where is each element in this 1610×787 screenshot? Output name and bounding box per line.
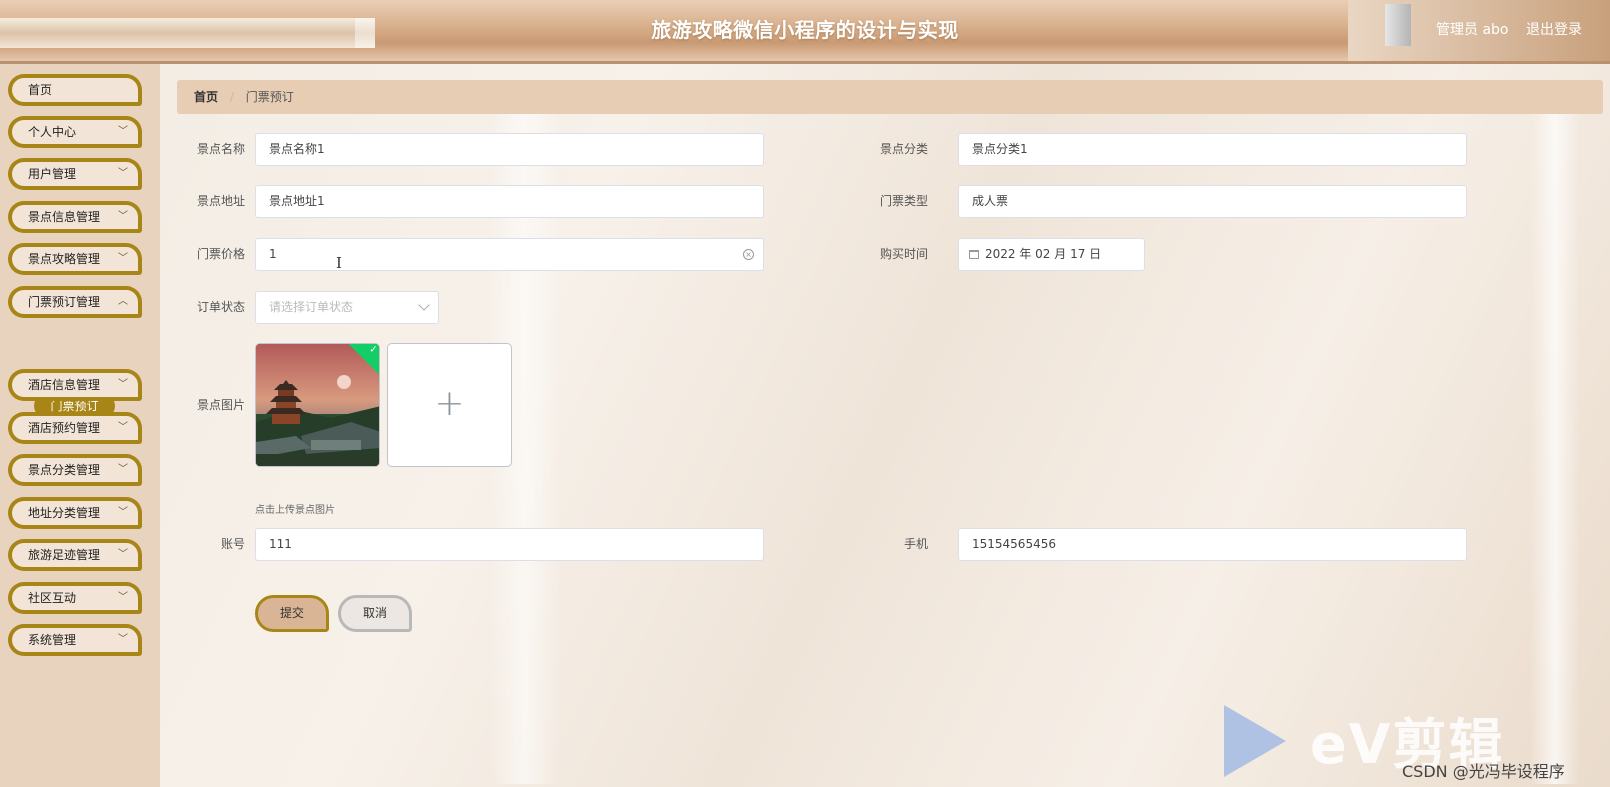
- main-content: 首页 / 门票预订 景点名称 景点名称1 景点分类 景点分类1 景点地址 景点地…: [160, 64, 1610, 787]
- account-input[interactable]: 111: [255, 528, 764, 561]
- background-glow: [1530, 94, 1580, 784]
- phone-label: 手机: [903, 537, 928, 551]
- purchase-time-label: 购买时间: [879, 247, 928, 261]
- submit-button[interactable]: 提交: [255, 595, 329, 632]
- sidebar-item-scenic-guide[interactable]: 景点攻略管理 ﹀: [8, 243, 142, 275]
- sidebar-item-system[interactable]: 系统管理 ﹀: [8, 624, 142, 656]
- ticket-price-value: 1: [269, 247, 277, 261]
- scenic-name-label: 景点名称: [196, 142, 245, 156]
- upload-tip: 点击上传景点图片: [255, 505, 335, 516]
- text-cursor-icon: I: [336, 254, 342, 272]
- scenic-address-input[interactable]: 景点地址1: [255, 185, 764, 218]
- chevron-down-icon: ﹀: [118, 592, 128, 603]
- breadcrumb: 首页 / 门票预订: [177, 80, 1603, 114]
- sidebar-item-label: 景点分类管理: [28, 463, 101, 477]
- sidebar-item-label: 社区互动: [28, 591, 77, 605]
- ticket-type-label: 门票类型: [879, 194, 928, 208]
- scenic-image-label: 景点图片: [196, 398, 245, 412]
- sidebar-item-home[interactable]: 首页: [8, 74, 142, 106]
- calendar-icon: [969, 250, 979, 259]
- sidebar-item-label: 用户管理: [28, 167, 77, 181]
- purchase-time-datepicker[interactable]: 2022 年 02 月 17 日: [958, 238, 1145, 271]
- breadcrumb-current: 门票预订: [245, 90, 294, 104]
- sidebar-item-user-management[interactable]: 用户管理 ﹀: [8, 158, 142, 190]
- sidebar-item-travel-footprint[interactable]: 旅游足迹管理 ﹀: [8, 539, 142, 571]
- sidebar: 首页 个人中心 ﹀ 用户管理 ﹀ 景点信息管理 ﹀ 景点攻略管理 ﹀ 门票预订管…: [0, 64, 160, 787]
- check-icon: ✓: [369, 344, 378, 356]
- chevron-down-icon: ﹀: [118, 253, 128, 264]
- chevron-down-icon: ﹀: [118, 211, 128, 222]
- sidebar-item-scenic-info[interactable]: 景点信息管理 ﹀: [8, 201, 142, 233]
- chevron-up-icon: ︿: [118, 296, 128, 307]
- admin-label: 管理员 abo: [1436, 22, 1509, 38]
- pagoda-image: [256, 344, 379, 466]
- sidebar-item-scenic-category[interactable]: 景点分类管理 ﹀: [8, 454, 142, 486]
- account-label: 账号: [220, 537, 245, 551]
- order-status-label: 订单状态: [196, 300, 245, 314]
- ticket-price-label: 门票价格: [196, 247, 245, 261]
- chevron-down-icon: ﹀: [118, 634, 128, 645]
- sidebar-item-label: 地址分类管理: [28, 506, 101, 520]
- ticket-type-input[interactable]: 成人票: [958, 185, 1467, 218]
- uploaded-image-thumbnail[interactable]: ✓: [255, 343, 380, 467]
- logout-button[interactable]: 退出登录: [1526, 19, 1582, 39]
- order-status-placeholder: 请选择订单状态: [269, 300, 354, 314]
- scenic-name-input[interactable]: 景点名称1: [255, 133, 764, 166]
- sidebar-item-label: 酒店预约管理: [28, 421, 101, 435]
- chevron-down-icon: ﹀: [118, 126, 128, 137]
- plus-icon: +: [434, 383, 465, 424]
- chevron-down-icon: ﹀: [118, 549, 128, 560]
- purchase-time-value: 2022 年 02 月 17 日: [985, 247, 1102, 261]
- sidebar-item-label: 景点攻略管理: [28, 252, 101, 266]
- breadcrumb-separator: /: [229, 90, 234, 104]
- sidebar-item-label: 旅游足迹管理: [28, 548, 101, 562]
- chevron-down-icon: ﹀: [118, 422, 128, 433]
- video-watermark-play-icon: [1224, 705, 1286, 777]
- sidebar-item-ticket-booking[interactable]: 门票预订管理 ︿: [8, 286, 142, 318]
- sidebar-item-label: 首页: [28, 83, 53, 97]
- chevron-down-icon: ﹀: [118, 464, 128, 475]
- scenic-category-label: 景点分类: [879, 142, 928, 156]
- top-header: 旅游攻略微信小程序的设计与实现 管理员 abo 退出登录: [0, 0, 1610, 64]
- phone-input[interactable]: 15154565456: [958, 528, 1467, 561]
- upload-add-button[interactable]: +: [387, 343, 512, 467]
- cancel-button[interactable]: 取消: [338, 595, 412, 632]
- ticket-price-input[interactable]: 1 ×: [255, 238, 764, 271]
- app-title: 旅游攻略微信小程序的设计与实现: [651, 18, 959, 42]
- csdn-watermark: CSDN @光冯毕设程序: [1402, 762, 1565, 781]
- scenic-category-input[interactable]: 景点分类1: [958, 133, 1467, 166]
- sidebar-item-hotel-booking[interactable]: 酒店预约管理 ﹀: [8, 412, 142, 444]
- sidebar-item-address-category[interactable]: 地址分类管理 ﹀: [8, 497, 142, 529]
- sidebar-item-personal-center[interactable]: 个人中心 ﹀: [8, 116, 142, 148]
- sidebar-item-community[interactable]: 社区互动 ﹀: [8, 582, 142, 614]
- sidebar-item-label: 个人中心: [28, 125, 77, 139]
- chevron-down-icon: ﹀: [118, 379, 128, 390]
- sidebar-item-label: 门票预订管理: [28, 295, 101, 309]
- order-status-select[interactable]: 请选择订单状态: [255, 291, 439, 324]
- sidebar-item-hotel-info[interactable]: 酒店信息管理 ﹀: [8, 369, 142, 401]
- clear-icon[interactable]: ×: [743, 249, 754, 260]
- sidebar-item-label: 系统管理: [28, 633, 77, 647]
- chevron-down-icon: [418, 299, 430, 311]
- chevron-down-icon: ﹀: [118, 507, 128, 518]
- sidebar-item-label: 景点信息管理: [28, 210, 101, 224]
- chevron-down-icon: ﹀: [118, 168, 128, 179]
- breadcrumb-home[interactable]: 首页: [194, 90, 218, 104]
- scenic-address-label: 景点地址: [196, 194, 245, 208]
- sidebar-item-label: 酒店信息管理: [28, 378, 101, 392]
